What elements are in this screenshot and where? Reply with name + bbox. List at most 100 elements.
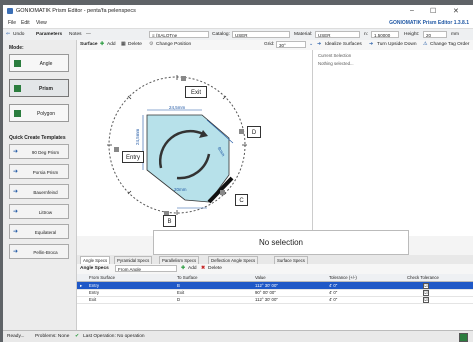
selection-title: Current Selection	[318, 53, 352, 58]
tag-d[interactable]: D	[247, 126, 261, 138]
tag-c[interactable]: C	[235, 194, 248, 206]
tab-parallelism-specs[interactable]: Parallelism Specs	[159, 256, 200, 264]
turn-upside-down-button[interactable]: Turn Upside Down	[377, 42, 417, 47]
mode-angle-button[interactable]: Angle	[9, 54, 69, 72]
arrow-right-icon: ➜	[13, 249, 19, 255]
handle-entry[interactable]	[114, 147, 119, 152]
delete-surface-button[interactable]: Delete	[128, 42, 142, 47]
n-input[interactable]: 1,50000	[371, 31, 399, 38]
minimize-button[interactable]: –	[410, 7, 414, 14]
header-from[interactable]: From Surface	[89, 275, 115, 280]
handle-c[interactable]	[220, 190, 225, 195]
title-bar: GONIOMATIK Prism Editor - penta'fa pelen…	[3, 5, 473, 19]
cell-value[interactable]: 112° 30' 00"	[255, 297, 278, 302]
tag-exit[interactable]: Exit	[185, 86, 207, 98]
handle-exit[interactable]	[181, 76, 186, 81]
table-header: From Surface To Surface Value Tolerance …	[77, 274, 473, 282]
unit-label: mm	[451, 32, 459, 37]
from-angle-select[interactable]: From Angle	[115, 265, 177, 272]
checkmark-icon: ✔	[75, 334, 80, 339]
spec-tabs: Angle Specs Pyramidal Specs Parallelism …	[77, 255, 473, 264]
chevron-down-icon[interactable]: ⌄	[309, 42, 313, 47]
template-pellin-broca[interactable]: ➜ Pellin-Broca	[9, 244, 69, 259]
dim-top-label: 24,5mm	[169, 105, 186, 110]
mode-polygon-button[interactable]: Polygon	[9, 104, 69, 122]
arrow-right-icon: ➜	[13, 189, 19, 195]
header-tolerance[interactable]: Tolerance (+/-)	[329, 275, 357, 280]
height-input[interactable]: 20	[423, 31, 447, 38]
tab-surface-specs[interactable]: Surface Specs	[274, 256, 308, 264]
idealize-icon: ➜	[317, 42, 322, 47]
window-title: GONIOMATIK Prism Editor - penta'fa pelen…	[16, 8, 136, 14]
tab-pyramidal-specs[interactable]: Pyramidal Specs	[114, 256, 153, 264]
polygon-mode-icon	[14, 110, 21, 117]
header-value[interactable]: Value	[255, 275, 266, 280]
menu-edit[interactable]: Edit	[21, 20, 30, 26]
material-select[interactable]: USER	[315, 31, 360, 38]
template-bauernfeind[interactable]: ➜ Bauernfeind	[9, 184, 69, 199]
grid-icon[interactable]	[459, 333, 468, 342]
header-check[interactable]: Check Tolerance	[407, 275, 439, 280]
tag-icon: ⚠	[423, 42, 428, 47]
template-90-deg-prism[interactable]: ➜ 90 Deg Prism	[9, 144, 69, 159]
menu-file[interactable]: File	[8, 20, 16, 26]
surface-label: Surface	[80, 42, 98, 47]
quick-create-label: Quick Create Templates	[9, 135, 66, 141]
template-equilateral[interactable]: ➜ Equilateral	[9, 224, 69, 239]
close-button[interactable]: ✕	[453, 7, 459, 15]
cell-value[interactable]: 112° 30' 00"	[255, 283, 278, 288]
idealize-surfaces-button[interactable]: Idealize Surfaces	[325, 42, 362, 47]
maximize-button[interactable]: ☐	[430, 7, 436, 15]
cell-value[interactable]: 90° 00' 00"	[255, 290, 276, 295]
tag-b[interactable]: B	[163, 215, 176, 227]
cell-tolerance[interactable]: 4' 0"	[329, 297, 337, 302]
delete-x-icon: ✖	[201, 266, 206, 271]
template-littrow[interactable]: ➜ Littrow	[9, 204, 69, 219]
add-surface-button[interactable]: Add	[107, 42, 116, 47]
angle-specs-label: Angle Specs	[80, 266, 109, 271]
undo-button[interactable]: Undo	[13, 32, 24, 37]
glass-select[interactable]: ≡ (SALOTne	[149, 31, 209, 38]
angle-specs-table: From Surface To Surface Value Tolerance …	[77, 274, 473, 330]
menu-view[interactable]: View	[36, 20, 47, 26]
angle-mode-icon	[14, 60, 21, 67]
check-tolerance-checkbox[interactable]: ☑	[423, 297, 429, 303]
grid-label: Grid:	[264, 42, 275, 47]
app-window: GONIOMATIK Prism Editor - penta'fa pelen…	[3, 5, 473, 342]
status-last-operation: Last Operation: No operation	[83, 334, 145, 339]
delete-spec-button[interactable]: Delete	[208, 266, 222, 271]
undo-icon[interactable]: ⇐	[6, 32, 10, 37]
parameters-label: Parameters	[36, 32, 63, 37]
tag-entry[interactable]: Entry	[122, 151, 144, 163]
prism-diagram	[107, 75, 247, 216]
arrow-right-icon: ➜	[13, 169, 19, 175]
table-row[interactable]: Exit D 112° 30' 00" 4' 0" ☑	[77, 296, 473, 304]
header-to[interactable]: To Surface	[177, 275, 198, 280]
grid-select[interactable]: 30°	[276, 41, 306, 48]
arrow-right-icon: ➜	[13, 209, 19, 215]
tab-angle-specs[interactable]: Angle Specs	[80, 256, 111, 264]
change-tag-order-button[interactable]: Change Tag Order	[430, 42, 469, 47]
prism-canvas[interactable]: Exit Entry D C B 24,5mm 24,5mm 8mm 20mm	[77, 50, 312, 236]
handle-d[interactable]	[239, 129, 244, 134]
cell-tolerance[interactable]: 4' 0"	[329, 290, 337, 295]
add-spec-button[interactable]: Add	[188, 266, 197, 271]
template-label: Bauernfeind	[33, 190, 58, 195]
mode-angle-label: Angle	[39, 61, 53, 67]
change-position-button[interactable]: Change Position	[156, 42, 191, 47]
arrow-right-icon: ➜	[13, 229, 19, 235]
notes-value[interactable]: —	[86, 32, 91, 37]
template-porsia-prism[interactable]: ➜ Porsia Prism	[9, 164, 69, 179]
tab-deflection-angle-specs[interactable]: Deflection Angle Specs	[208, 256, 259, 264]
cell-tolerance[interactable]: 4' 0"	[329, 283, 337, 288]
template-label: Porsia Prism	[32, 170, 59, 175]
mode-prism-button[interactable]: Prism	[9, 79, 69, 97]
mode-label: Mode:	[9, 45, 24, 51]
selection-panel: Current Selection Nothing selected...	[312, 50, 473, 236]
gear-icon: ⚙	[149, 42, 154, 47]
cell-from: Entry	[89, 290, 100, 295]
catalog-select[interactable]: USER	[232, 31, 290, 38]
material-label: Material:	[294, 32, 313, 37]
status-bar: Ready... Problems: None ✔ Last Operation…	[3, 330, 473, 342]
cell-to: Exit	[177, 290, 185, 295]
